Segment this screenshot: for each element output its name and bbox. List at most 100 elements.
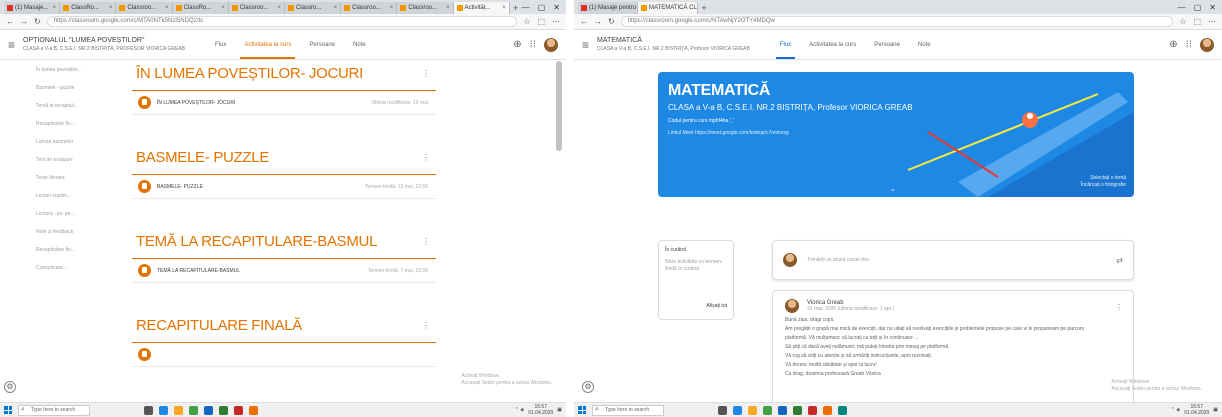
browser-tab[interactable]: Classroo... × — [341, 2, 398, 14]
excel-icon[interactable] — [793, 405, 802, 415]
topic-link[interactable]: Basmele - puzzle — [0, 79, 92, 97]
more-vert-icon[interactable]: ⋮ — [1115, 303, 1123, 312]
close-icon[interactable]: × — [165, 5, 169, 11]
nav-tab[interactable]: Activitatea la curs — [240, 30, 296, 59]
minimize-icon[interactable]: — — [522, 3, 530, 12]
forward-icon[interactable]: → — [20, 17, 28, 26]
nav-tab[interactable]: Note — [918, 30, 931, 59]
back-icon[interactable]: ← — [580, 17, 588, 26]
course-title[interactable]: OPȚIONALUL "LUMEA POVEȘTILOR" — [23, 36, 185, 45]
close-icon[interactable]: × — [446, 5, 450, 11]
avatar[interactable] — [544, 37, 558, 52]
forward-icon[interactable]: → — [594, 17, 602, 26]
avatar[interactable] — [1200, 37, 1214, 52]
hamburger-menu-icon[interactable]: ≡ — [582, 38, 589, 52]
close-icon[interactable]: × — [334, 5, 338, 11]
topic-link[interactable]: Lumea basmelor — [0, 133, 92, 151]
taskbar-search-input[interactable]: Type here to search — [18, 404, 90, 416]
assignment-item[interactable] — [132, 343, 436, 367]
close-icon[interactable]: × — [109, 5, 113, 11]
notification-icon[interactable]: ▣ — [557, 407, 562, 413]
task-view-icon[interactable] — [144, 405, 153, 415]
topic-link[interactable]: Note și feedback — [0, 223, 92, 241]
edge-icon[interactable] — [733, 405, 742, 415]
reload-icon[interactable]: ↻ — [34, 17, 41, 26]
file-explorer-icon[interactable] — [174, 405, 183, 415]
nav-tab[interactable]: Activitatea la curs — [809, 30, 856, 59]
url-input[interactable]: https://classroom.google.com/c/NTAwNjY2O… — [620, 16, 1174, 27]
help-settings-icon[interactable]: ⚙ — [582, 381, 594, 393]
browser-tab[interactable]: Classroo... × — [228, 2, 285, 14]
app-icon[interactable] — [838, 405, 847, 415]
browser-tab[interactable]: Activităț... × — [453, 2, 510, 14]
star-icon[interactable]: ☆ — [1179, 17, 1186, 26]
back-icon[interactable]: ← — [6, 17, 14, 26]
announcement-placeholder[interactable]: Trimiteți un anunț clasei dvs. — [807, 257, 870, 263]
assignment-item[interactable]: BASMELE- PUZZLE Termen-limită: 13 mai, 23… — [132, 175, 436, 199]
topic-link[interactable]: Lectura - joc pe... — [0, 205, 92, 223]
extension-icon[interactable]: ⬚ — [1193, 17, 1201, 26]
word-icon[interactable] — [204, 405, 213, 415]
assignment-item[interactable]: TEMĂ LA RECAPITULARE-BASMUL Termen-limită… — [132, 259, 436, 283]
browser-tab[interactable]: ClassRo... × — [172, 2, 229, 14]
topic-link[interactable]: Temă la recapitul... — [0, 97, 92, 115]
close-window-icon[interactable]: ✕ — [1209, 3, 1216, 12]
task-view-icon[interactable] — [718, 405, 727, 415]
clock[interactable]: 15:57 01.04.2020 — [1184, 404, 1209, 416]
topic-link[interactable]: În lumea poveștilor... — [0, 61, 92, 79]
help-settings-icon[interactable]: ⚙ — [4, 381, 16, 393]
announcement-composer[interactable]: Trimiteți un anunț clasei dvs. ⇄ — [772, 240, 1134, 280]
more-vert-icon[interactable]: ⋮ — [422, 153, 430, 162]
browser-tab[interactable]: ClassRo... × — [60, 2, 117, 14]
app-icon[interactable] — [823, 405, 832, 415]
nav-tab[interactable]: Flux — [775, 30, 796, 59]
chevron-down-icon[interactable]: ⌄ — [890, 185, 896, 193]
view-all-link[interactable]: Afișați tot — [706, 303, 727, 309]
browser-tab[interactable]: (1) Masaje pentru ...× — [578, 2, 638, 14]
hamburger-menu-icon[interactable]: ≡ — [8, 38, 15, 52]
maximize-icon[interactable]: ▢ — [1194, 3, 1202, 12]
browser-tab[interactable]: Classroo... × — [116, 2, 173, 14]
close-icon[interactable]: × — [502, 5, 506, 11]
browser-tab[interactable]: Classro... × — [284, 2, 342, 14]
close-icon[interactable]: × — [277, 5, 281, 11]
browser-tab[interactable]: MATEMATICĂ CLASA a V-a B× — [638, 2, 698, 14]
network-icon[interactable]: ⌃ ◈ — [1171, 407, 1180, 413]
class-code[interactable]: Codul pentru curs mphf4ha ⛶ — [668, 118, 733, 124]
word-icon[interactable] — [778, 405, 787, 415]
more-vert-icon[interactable]: ⋮ — [422, 321, 430, 330]
topic-link[interactable]: Recapitulare fin... — [0, 115, 92, 133]
new-tab-icon[interactable]: + — [510, 2, 522, 14]
browser-tab[interactable]: Classroo... × — [397, 2, 454, 14]
minimize-icon[interactable]: — — [1178, 3, 1186, 12]
app-icon[interactable] — [249, 405, 258, 415]
topic-link[interactable]: Test de evaluare — [0, 151, 92, 169]
chrome-icon[interactable] — [189, 405, 198, 415]
windows-start-icon[interactable] — [578, 406, 586, 414]
assignment-item[interactable]: ÎN LUMEA POVEȘTILOR- JOCURI Ultima modifi… — [132, 91, 436, 115]
add-icon[interactable]: ⊕ — [513, 39, 521, 50]
url-input[interactable]: https://classroom.google.com/c/MTA0NTk5N… — [46, 16, 518, 27]
browser-tab[interactable]: (1) Masaje... × — [4, 2, 61, 14]
close-window-icon[interactable]: ✕ — [553, 3, 560, 12]
select-theme-link[interactable]: Selectați o temă — [1081, 175, 1126, 182]
topic-link[interactable]: Comunicare... — [0, 259, 92, 277]
maximize-icon[interactable]: ▢ — [538, 3, 546, 12]
topic-link[interactable]: Texte literare — [0, 169, 92, 187]
file-explorer-icon[interactable] — [748, 405, 757, 415]
course-title[interactable]: MATEMATICĂ — [597, 36, 750, 45]
powerpoint-icon[interactable] — [808, 405, 817, 415]
close-icon[interactable]: × — [53, 5, 57, 11]
topic-link[interactable]: Recapitulare fin... — [0, 241, 92, 259]
meet-link[interactable]: Linkul Meet https://meet.google.com/look… — [668, 130, 789, 136]
windows-start-icon[interactable] — [4, 406, 12, 414]
nav-tab[interactable]: Note — [353, 30, 366, 59]
reload-icon[interactable]: ↻ — [608, 17, 615, 26]
extension-icon[interactable]: ⬚ — [537, 17, 545, 26]
menu-dots-icon[interactable]: ⋯ — [1208, 17, 1216, 26]
apps-grid-icon[interactable]: ⁝⁝ — [1186, 39, 1192, 50]
nav-tab[interactable]: Flux — [215, 30, 226, 59]
add-icon[interactable]: ⊕ — [1169, 39, 1177, 50]
edge-icon[interactable] — [159, 405, 168, 415]
nav-tab[interactable]: Persoane — [874, 30, 900, 59]
